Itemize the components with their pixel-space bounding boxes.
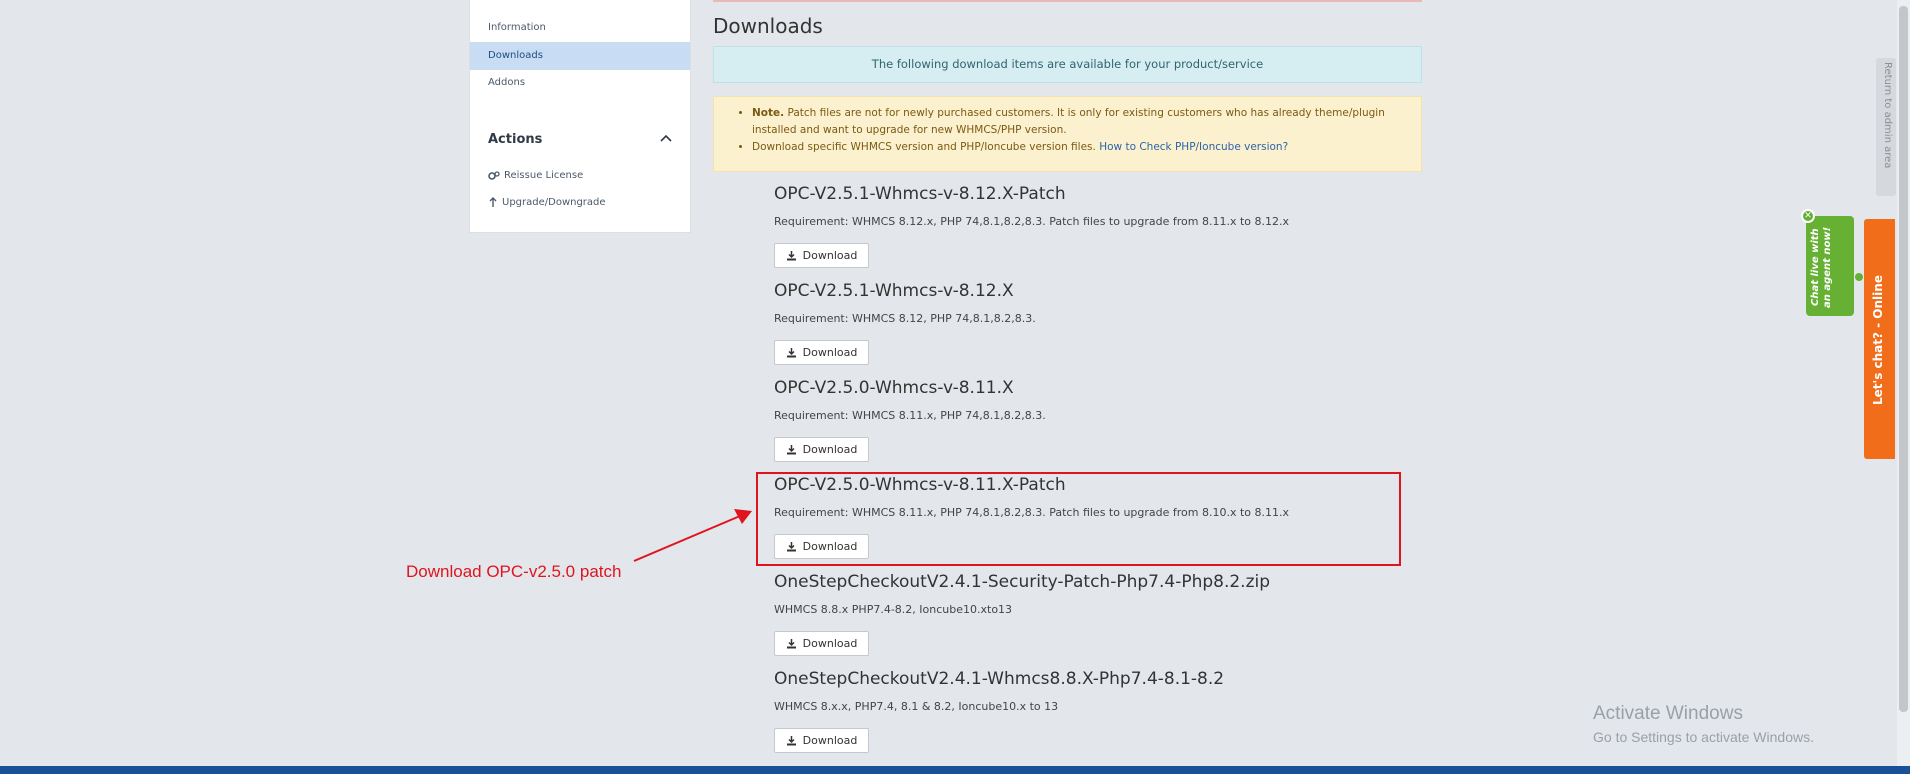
note-item: Note. Patch files are not for newly purc… — [752, 105, 1413, 139]
download-button-label: Download — [802, 734, 858, 747]
download-requirement: Requirement: WHMCS 8.12.x, PHP 74,8.1,8.… — [774, 215, 1290, 228]
download-title: OPC-V2.5.1-Whmcs-v-8.12.X — [774, 281, 1014, 301]
download-requirement: WHMCS 8.x.x, PHP7.4, 8.1 & 8.2, Ioncube1… — [774, 700, 1059, 713]
sidebar-item-label: Downloads — [488, 50, 543, 61]
download-title: OPC-V2.5.0-Whmcs-v-8.11.X-Patch — [774, 475, 1066, 495]
actions-heading: Actions — [488, 132, 543, 147]
php-ioncube-link[interactable]: How to Check PHP/Ioncube version? — [1099, 141, 1288, 153]
download-requirement: Requirement: WHMCS 8.12, PHP 74,8.1,8.2,… — [774, 312, 1036, 325]
sidebar-item-label: Addons — [488, 77, 526, 88]
sidebar-item-addons[interactable]: Addons — [470, 69, 690, 97]
reissue-license-link[interactable]: Reissue License — [488, 170, 583, 181]
upgrade-downgrade-link[interactable]: Upgrade/Downgrade — [488, 197, 606, 208]
download-button[interactable]: Download — [774, 340, 869, 365]
chat-prompt-text: Chat live with an agent now! — [1810, 226, 1833, 308]
download-button[interactable]: Download — [774, 243, 869, 268]
info-alert: The following download items are availab… — [713, 46, 1422, 83]
top-alert-edge — [713, 0, 1422, 2]
download-title: OneStepCheckoutV2.4.1-Whmcs8.8.X-Php7.4-… — [774, 669, 1225, 689]
footer-bar — [0, 766, 1910, 774]
download-requirement: Requirement: WHMCS 8.11.x, PHP 74,8.1,8.… — [774, 409, 1046, 422]
download-button[interactable]: Download — [774, 534, 869, 559]
download-button-label: Download — [802, 346, 858, 359]
page-title: Downloads — [713, 14, 823, 38]
download-title: OPC-V2.5.0-Whmcs-v-8.11.X — [774, 378, 1014, 398]
download-button-label: Download — [802, 540, 858, 553]
annotation-arrow-icon — [633, 509, 752, 562]
download-button-label: Download — [802, 443, 858, 456]
download-button[interactable]: Download — [774, 631, 869, 656]
note-bold: Note. — [752, 107, 785, 119]
download-title: OPC-V2.5.1-Whmcs-v-8.12.X-Patch — [774, 184, 1066, 204]
activate-windows-subtitle: Go to Settings to activate Windows. — [1593, 729, 1814, 745]
note-text: Patch files are not for newly purchased … — [752, 107, 1385, 136]
download-icon — [786, 542, 796, 552]
sidebar-item-downloads[interactable]: Downloads — [470, 42, 690, 70]
download-icon — [786, 348, 796, 358]
download-icon — [786, 639, 796, 649]
download-button-label: Download — [802, 637, 858, 650]
note-text: Download specific WHMCS version and PHP/… — [752, 141, 1096, 153]
download-icon — [786, 445, 796, 455]
scrollbar-thumb[interactable] — [1899, 6, 1908, 712]
chat-tab-label: Let's chat? - Online — [1871, 275, 1885, 405]
download-icon — [786, 736, 796, 746]
sidebar-item-label: Information — [488, 22, 546, 33]
arrow-up-icon — [489, 197, 497, 207]
download-title: OneStepCheckoutV2.4.1-Security-Patch-Php… — [774, 572, 1271, 592]
download-icon — [786, 251, 796, 261]
close-icon[interactable]: ✕ — [1801, 209, 1815, 223]
chevron-up-icon[interactable] — [660, 134, 672, 142]
note-alert: Note. Patch files are not for newly purc… — [713, 96, 1422, 172]
sidebar-item-information[interactable]: Information — [470, 14, 690, 42]
note-item: Download specific WHMCS version and PHP/… — [752, 139, 1413, 156]
activate-windows-title: Activate Windows — [1593, 703, 1743, 724]
annotation-label: Download OPC-v2.5.0 patch — [406, 562, 622, 581]
download-button-label: Download — [802, 249, 858, 262]
gears-icon — [488, 170, 500, 180]
download-button[interactable]: Download — [774, 728, 869, 753]
chat-pointer — [1855, 273, 1863, 281]
sidebar: Information Downloads Addons Actions Rei… — [469, 0, 691, 233]
download-button[interactable]: Download — [774, 437, 869, 462]
action-label: Reissue License — [504, 170, 584, 181]
return-admin-label: Return to admin area — [1882, 62, 1893, 169]
download-requirement: Requirement: WHMCS 8.11.x, PHP 74,8.1,8.… — [774, 506, 1290, 519]
download-requirement: WHMCS 8.8.x PHP7.4-8.2, Ioncube10.xto13 — [774, 603, 1013, 616]
action-label: Upgrade/Downgrade — [502, 197, 606, 208]
